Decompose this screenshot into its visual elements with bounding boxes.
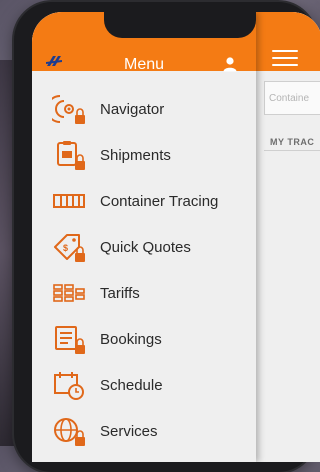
main-app-panel: Containe MY TRAC (256, 12, 320, 462)
phone-screen: Containe MY TRAC Menu Navigator Shipment… (32, 12, 320, 462)
menu-item-label: Tariffs (100, 284, 140, 302)
menu-item-label: Bookings (100, 330, 162, 348)
navigator-icon (52, 95, 85, 124)
menu-item-shipments[interactable]: Shipments (32, 132, 256, 178)
menu-item-navigator[interactable]: Navigator (32, 86, 256, 132)
phone-frame: Containe MY TRAC Menu Navigator Shipment… (14, 2, 320, 472)
svg-text:$: $ (63, 243, 68, 253)
menu-item-quick-quotes[interactable]: $ Quick Quotes (32, 224, 256, 270)
menu-item-schedule[interactable]: Schedule (32, 362, 256, 408)
container-icon (53, 194, 85, 208)
menu-item-label: Shipments (100, 146, 171, 164)
menu-item-bookings[interactable]: Bookings (32, 316, 256, 362)
services-icon (54, 418, 85, 446)
menu-item-services[interactable]: Services (32, 408, 256, 454)
navigation-drawer: Menu Navigator Shipments Container Traci… (32, 12, 256, 462)
container-search-input[interactable]: Containe (264, 81, 320, 115)
menu-item-label: Container Tracing (100, 192, 219, 210)
my-tracking-label: MY TRAC (270, 137, 315, 147)
main-header (256, 12, 320, 71)
menu-item-tariffs[interactable]: Tariffs (32, 270, 256, 316)
menu-item-label: Schedule (100, 376, 163, 394)
user-icon[interactable] (222, 56, 238, 72)
menu-item-label: Navigator (100, 100, 165, 118)
bookings-icon (55, 326, 85, 354)
shipments-icon (57, 141, 85, 170)
schedule-icon (54, 372, 84, 400)
quote-tag-icon: $ (54, 234, 85, 262)
menu-item-label: Services (100, 422, 158, 440)
tariffs-icon (53, 284, 85, 302)
menu-item-container-tracing[interactable]: Container Tracing (32, 178, 256, 224)
menu-list: Navigator Shipments Container Tracing $ … (32, 86, 256, 454)
hamburger-menu-icon[interactable] (272, 50, 298, 66)
menu-item-label: Quick Quotes (100, 238, 191, 256)
phone-notch (104, 12, 256, 38)
divider (264, 150, 320, 151)
